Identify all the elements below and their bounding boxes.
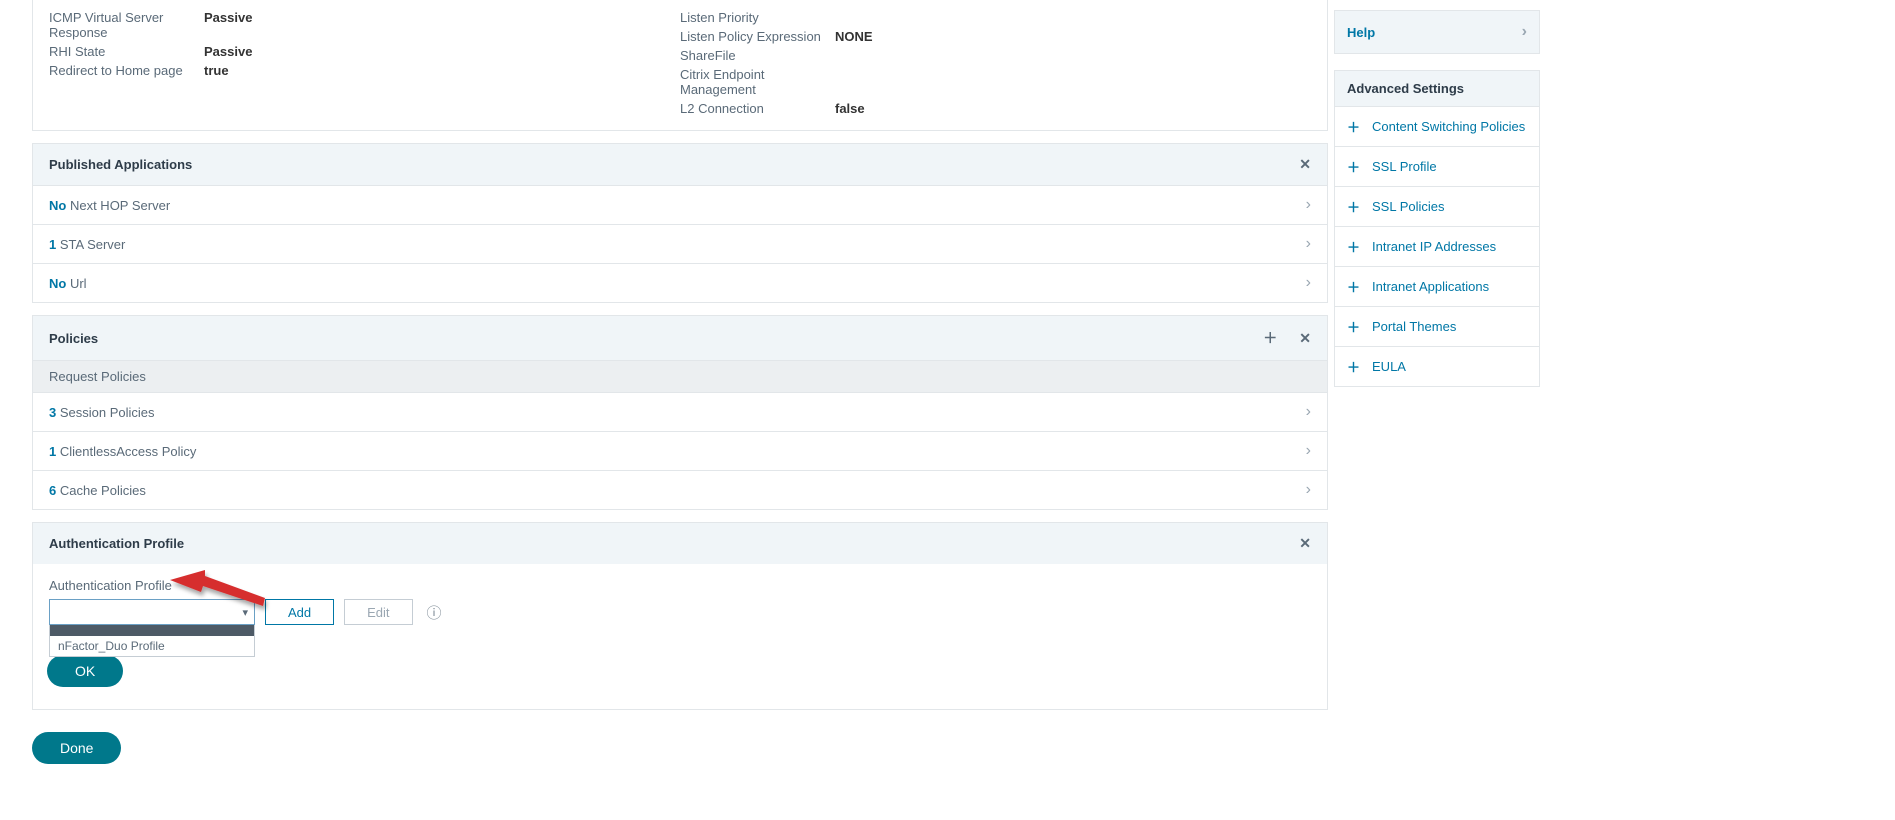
section-title: Authentication Profile	[49, 536, 184, 551]
info-icon[interactable]: ⓘ	[427, 602, 442, 623]
prop-row: ICMP Virtual Server Response Passive	[49, 10, 680, 40]
vserver-properties: ICMP Virtual Server Response Passive RHI…	[32, 0, 1328, 131]
list-item[interactable]: No Url ›	[33, 263, 1327, 302]
row-count: No	[49, 198, 66, 213]
plus-icon[interactable]: ＋	[1263, 328, 1277, 348]
prop-label: ICMP Virtual Server Response	[49, 10, 204, 40]
plus-icon: ＋	[1347, 277, 1360, 296]
row-label: STA Server	[60, 237, 126, 252]
section-title: Policies	[49, 331, 98, 346]
prop-value: Passive	[204, 44, 252, 59]
close-icon[interactable]: ✕	[1299, 330, 1311, 347]
row-label: Url	[70, 276, 87, 291]
prop-row: Citrix Endpoint Management	[680, 67, 1311, 97]
section-title: Published Applications	[49, 157, 192, 172]
row-label: Cache Policies	[60, 483, 146, 498]
row-count: 3	[49, 405, 56, 420]
section-authentication-profile: Authentication Profile ✕ Authentication …	[32, 522, 1328, 710]
section-policies: Policies ＋ ✕ Request Policies 3 Session …	[32, 315, 1328, 510]
dropdown-option-blank[interactable]	[50, 625, 254, 636]
prop-value: Passive	[204, 10, 252, 40]
prop-value: false	[835, 101, 865, 116]
help-panel[interactable]: Help ›	[1334, 10, 1540, 54]
advanced-settings-list: ＋ Content Switching Policies ＋ SSL Profile…	[1334, 107, 1540, 387]
help-label: Help	[1347, 25, 1375, 40]
row-label: Session Policies	[60, 405, 155, 420]
prop-value: true	[204, 63, 229, 78]
adv-item-ssl-policies[interactable]: ＋ SSL Policies	[1335, 186, 1539, 226]
adv-item-eula[interactable]: ＋ EULA	[1335, 346, 1539, 386]
adv-item-label: Portal Themes	[1372, 319, 1456, 334]
chevron-down-icon: ▾	[242, 606, 248, 619]
auth-profile-select[interactable]: ▾	[49, 599, 255, 625]
close-icon[interactable]: ✕	[1299, 156, 1311, 173]
prop-label: ShareFile	[680, 48, 835, 63]
adv-item-label: SSL Profile	[1372, 159, 1437, 174]
adv-item-label: Intranet IP Addresses	[1372, 239, 1496, 254]
plus-icon: ＋	[1347, 357, 1360, 376]
prop-label: RHI State	[49, 44, 204, 59]
prop-row: Listen Policy Expression NONE	[680, 29, 1311, 44]
section-header: Authentication Profile ✕	[33, 523, 1327, 564]
auth-profile-dropdown: nFactor_Duo Profile	[49, 625, 255, 657]
prop-value: NONE	[835, 29, 873, 44]
row-count: 6	[49, 483, 56, 498]
chevron-right-icon: ›	[1522, 23, 1527, 41]
prop-label: Redirect to Home page	[49, 63, 204, 78]
row-label: Next HOP Server	[70, 198, 170, 213]
adv-item-label: Content Switching Policies	[1372, 119, 1525, 134]
prop-row: ShareFile	[680, 48, 1311, 63]
row-label: ClientlessAccess Policy	[60, 444, 197, 459]
dropdown-option[interactable]: nFactor_Duo Profile	[50, 636, 254, 656]
prop-label: L2 Connection	[680, 101, 835, 116]
prop-row: RHI State Passive	[49, 44, 680, 59]
prop-label: Listen Policy Expression	[680, 29, 835, 44]
row-count: 1	[49, 237, 56, 252]
chevron-right-icon: ›	[1306, 274, 1311, 292]
adv-item-label: Intranet Applications	[1372, 279, 1489, 294]
prop-row: Listen Priority	[680, 10, 1311, 25]
plus-icon: ＋	[1347, 317, 1360, 336]
adv-item-label: SSL Policies	[1372, 199, 1445, 214]
ok-button[interactable]: OK	[47, 655, 123, 687]
list-item[interactable]: 3 Session Policies ›	[33, 392, 1327, 431]
plus-icon: ＋	[1347, 237, 1360, 256]
adv-item-ssl-profile[interactable]: ＋ SSL Profile	[1335, 146, 1539, 186]
list-item[interactable]: 1 ClientlessAccess Policy ›	[33, 431, 1327, 470]
list-item[interactable]: No Next HOP Server ›	[33, 185, 1327, 224]
auth-profile-label: Authentication Profile	[49, 578, 1311, 593]
prop-label: Listen Priority	[680, 10, 835, 25]
chevron-right-icon: ›	[1306, 403, 1311, 421]
close-icon[interactable]: ✕	[1299, 535, 1311, 552]
plus-icon: ＋	[1347, 197, 1360, 216]
done-button[interactable]: Done	[32, 732, 121, 764]
edit-button: Edit	[344, 599, 412, 625]
chevron-right-icon: ›	[1306, 442, 1311, 460]
row-count: No	[49, 276, 66, 291]
adv-item-portal-themes[interactable]: ＋ Portal Themes	[1335, 306, 1539, 346]
section-header: Published Applications ✕	[33, 144, 1327, 185]
plus-icon: ＋	[1347, 157, 1360, 176]
adv-item-intranet-applications[interactable]: ＋ Intranet Applications	[1335, 266, 1539, 306]
prop-row: Redirect to Home page true	[49, 63, 680, 78]
list-item[interactable]: 6 Cache Policies ›	[33, 470, 1327, 509]
plus-icon: ＋	[1347, 117, 1360, 136]
list-item[interactable]: 1 STA Server ›	[33, 224, 1327, 263]
row-count: 1	[49, 444, 56, 459]
chevron-right-icon: ›	[1306, 235, 1311, 253]
adv-item-label: EULA	[1372, 359, 1406, 374]
chevron-right-icon: ›	[1306, 481, 1311, 499]
adv-item-intranet-ip-addresses[interactable]: ＋ Intranet IP Addresses	[1335, 226, 1539, 266]
policies-subheader: Request Policies	[33, 360, 1327, 392]
add-button[interactable]: Add	[265, 599, 334, 625]
section-published-applications: Published Applications ✕ No Next HOP Ser…	[32, 143, 1328, 303]
advanced-settings-header: Advanced Settings	[1334, 70, 1540, 107]
prop-label: Citrix Endpoint Management	[680, 67, 835, 97]
chevron-right-icon: ›	[1306, 196, 1311, 214]
section-header: Policies ＋ ✕	[33, 316, 1327, 360]
prop-row: L2 Connection false	[680, 101, 1311, 116]
adv-item-content-switching-policies[interactable]: ＋ Content Switching Policies	[1335, 107, 1539, 146]
